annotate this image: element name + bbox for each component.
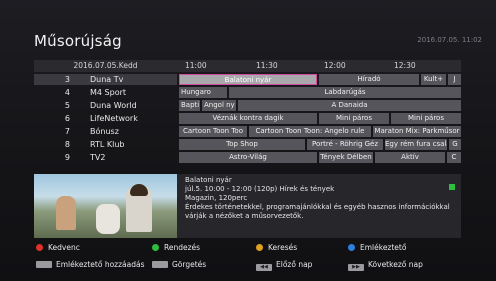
legend-key2[interactable]: Görgetés — [152, 259, 206, 271]
channel-name: RTL Klub — [90, 140, 125, 149]
current-datetime: 2016.07.05. 11:02 — [417, 36, 482, 44]
channel-name: LifeNetwork — [90, 114, 138, 123]
legend-label: Görgetés — [172, 260, 207, 269]
channel-cell[interactable]: 5 Duna World — [34, 100, 177, 111]
legend-key4[interactable]: ▶▶ Következő nap — [348, 259, 423, 271]
program-description: Balatoni nyár júl.5. 10:00 - 12:00 (120p… — [185, 176, 453, 221]
program-cell[interactable]: Híradó — [319, 74, 419, 85]
time-slot-label: 12:00 — [324, 61, 346, 70]
program-cell[interactable]: Kult+ — [421, 74, 446, 85]
program-cell[interactable]: Labdarúgás — [229, 87, 461, 98]
status-indicator — [449, 184, 455, 190]
rewind-key-icon: ◀◀ — [256, 264, 272, 271]
program-cell[interactable]: Cartoon Toon Too — [179, 126, 247, 137]
program-cell[interactable]: Egy rém fura csalá — [385, 139, 447, 150]
red-button-icon — [36, 244, 43, 251]
legend-label: Keresés — [268, 243, 298, 252]
program-cell[interactable]: Portré - Röhrig Géz — [307, 139, 383, 150]
legend-green[interactable]: Rendezés — [152, 242, 200, 254]
legend-key1[interactable]: Emlékeztető hozzáadás — [36, 259, 145, 271]
channel-name: TV2 — [90, 153, 106, 162]
program-cell[interactable]: Astro-Világ — [179, 152, 317, 163]
blue-button-icon — [348, 244, 355, 251]
program-cell[interactable]: J — [448, 74, 461, 85]
channel-cell[interactable]: 9 TV2 — [34, 152, 177, 163]
channel-cell[interactable]: 6 LifeNetwork — [34, 113, 177, 124]
program-cell[interactable]: C — [447, 152, 461, 163]
channel-cell[interactable]: 8 RTL Klub — [34, 139, 177, 150]
channel-row[interactable]: 7 Bónusz Cartoon Toon Too Cartoon Toon T… — [34, 126, 461, 137]
channel-row[interactable]: 6 LifeNetwork Véznák kontra dagik Mini p… — [34, 113, 461, 124]
program-cell[interactable]: Bapti — [179, 100, 200, 111]
legend-label: Emlékeztető — [360, 243, 407, 252]
program-summary: Érdekes történetekkel, programajánlókkal… — [185, 203, 450, 211]
legend-label: Emlékeztető hozzáadás — [56, 260, 145, 269]
program-summary: várják a nézőket a műsorvezetők. — [185, 212, 304, 220]
legend-red[interactable]: Kedvenc — [36, 242, 80, 254]
channel-number: 7 — [64, 127, 70, 136]
legend-label: Kedvenc — [48, 243, 80, 252]
forward-key-icon: ▶▶ — [348, 264, 364, 271]
program-cell[interactable]: Mini páros — [391, 113, 461, 124]
ok-key-icon — [36, 261, 52, 268]
legend-key3[interactable]: ◀◀ Előző nap — [256, 259, 312, 271]
program-cell[interactable]: Véznák kontra dagik — [179, 113, 317, 124]
channel-row[interactable]: 3 Duna Tv Balatoni nyár Híradó Kult+ J — [34, 74, 461, 85]
channel-row[interactable]: 8 RTL Klub Top Shop Portré - Röhrig Géz … — [34, 139, 461, 150]
program-cell[interactable]: Maraton Mix: Parkműsor — [373, 126, 461, 137]
program-genre: Magazin, 120perc — [185, 194, 248, 202]
preview-figure — [130, 184, 148, 196]
legend-yellow[interactable]: Keresés — [256, 242, 297, 254]
grid-date: 2016.07.05.Kedd — [73, 61, 138, 70]
program-title: Balatoni nyár — [185, 176, 232, 184]
channel-row[interactable]: 9 TV2 Astro-Világ Tények Délben Aktív C — [34, 152, 461, 163]
time-slot-label: 12:30 — [394, 61, 416, 70]
key-legend: Kedvenc Rendezés Keresés Emlékeztető Eml… — [34, 242, 461, 274]
channel-cell[interactable]: 3 Duna Tv — [34, 74, 177, 85]
epg-grid: 2016.07.05.Kedd 11:00 11:30 12:00 12:30 … — [34, 60, 461, 165]
page-title: Műsorújság — [34, 32, 122, 50]
channel-name: Duna Tv — [90, 75, 124, 84]
legend-label: Következő nap — [368, 260, 423, 269]
channel-name: Bónusz — [90, 127, 119, 136]
epg-screen: Műsorújság 2016.07.05. 11:02 2016.07.05.… — [0, 0, 496, 281]
program-cell[interactable]: Aktív — [375, 152, 445, 163]
program-cell[interactable]: Angol ny — [202, 100, 236, 111]
program-cell[interactable]: G — [449, 139, 461, 150]
channel-number: 4 — [64, 88, 70, 97]
preview-figure — [96, 204, 120, 234]
legend-label: Előző nap — [276, 260, 313, 269]
program-cell[interactable]: A Danaida — [238, 100, 461, 111]
channel-name: M4 Sport — [90, 88, 127, 97]
channel-name: Duna World — [90, 101, 137, 110]
program-cell[interactable]: Mini páros — [319, 113, 389, 124]
legend-label: Rendezés — [164, 243, 201, 252]
legend-blue[interactable]: Emlékeztető — [348, 242, 406, 254]
program-cell[interactable]: Balatoni nyár — [179, 74, 317, 85]
channel-number: 6 — [64, 114, 70, 123]
yellow-button-icon — [256, 244, 263, 251]
channel-number: 5 — [64, 101, 70, 110]
green-button-icon — [152, 244, 159, 251]
channel-number: 8 — [64, 140, 70, 149]
program-info-panel: Balatoni nyár júl.5. 10:00 - 12:00 (120p… — [34, 174, 461, 238]
grid-header: 2016.07.05.Kedd 11:00 11:30 12:00 12:30 — [34, 60, 461, 72]
channel-row[interactable]: 4 M4 Sport Hungaro Labdarúgás — [34, 87, 461, 98]
channel-number: 9 — [64, 153, 70, 162]
time-slot-label: 11:30 — [256, 61, 278, 70]
program-time: júl.5. 10:00 - 12:00 (120p) Hírek és tén… — [185, 185, 335, 193]
program-cell[interactable]: Top Shop — [179, 139, 305, 150]
preview-thumbnail — [34, 174, 177, 238]
channel-row[interactable]: 5 Duna World Bapti Angol ny A Danaida — [34, 100, 461, 111]
program-cell[interactable]: Cartoon Toon Toon: Angelo rule — [249, 126, 371, 137]
channel-cell[interactable]: 4 M4 Sport — [34, 87, 177, 98]
program-cell[interactable]: Tények Délben — [319, 152, 373, 163]
preview-figure — [56, 196, 76, 230]
time-slot-label: 11:00 — [185, 61, 207, 70]
info-key-icon — [152, 261, 168, 268]
channel-number: 3 — [64, 75, 70, 84]
program-cell[interactable]: Hungaro — [179, 87, 227, 98]
channel-cell[interactable]: 7 Bónusz — [34, 126, 177, 137]
